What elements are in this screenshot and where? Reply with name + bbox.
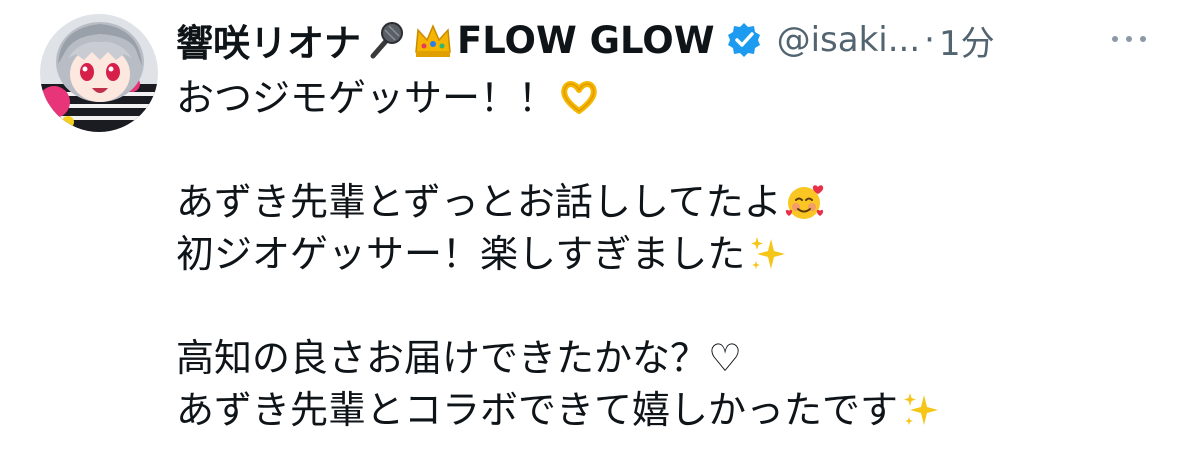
heart-hands-emoji bbox=[558, 77, 600, 119]
tweet-card: 響咲リオナ FLOW GLOW @isaki... · 1分 おつジモゲッサー！… bbox=[0, 0, 1179, 452]
tweet-header: 響咲リオナ FLOW GLOW @isaki... · 1分 bbox=[176, 10, 1166, 70]
timestamp[interactable]: 1分 bbox=[939, 16, 995, 65]
tweet-text: おつジモゲッサー！！ あずき先輩とずっとお話ししてたよ 初ジオゲッサー！楽しすぎ… bbox=[176, 72, 1156, 436]
tweet-line-text: 初ジオゲッサー！楽しすぎました bbox=[176, 232, 746, 276]
sparkles-emoji bbox=[747, 233, 789, 275]
avatar[interactable] bbox=[40, 14, 158, 132]
tweet-line-3: あずき先輩とずっとお話ししてたよ bbox=[176, 176, 1156, 228]
handle[interactable]: @isaki... bbox=[777, 20, 921, 60]
microphone-icon bbox=[363, 18, 407, 62]
verified-badge-icon[interactable] bbox=[725, 21, 763, 59]
crown-icon bbox=[411, 18, 455, 62]
display-name-part2: FLOW GLOW bbox=[457, 18, 715, 62]
tweet-line-text: 高知の良さお届けできたかな？♡ bbox=[176, 336, 743, 380]
sparkles-emoji bbox=[900, 389, 942, 431]
separator-dot: · bbox=[924, 20, 935, 60]
tweet-line-text: おつジモゲッサー！！ bbox=[176, 76, 557, 120]
tweet-line-text: あずき先輩とずっとお話ししてたよ bbox=[176, 180, 782, 224]
smiling-face-with-hearts-emoji bbox=[784, 181, 826, 223]
tweet-line-6: 高知の良さお届けできたかな？♡ bbox=[176, 332, 1156, 384]
display-name[interactable]: 響咲リオナ FLOW GLOW bbox=[176, 13, 715, 67]
tweet-line-1: おつジモゲッサー！！ bbox=[176, 72, 1156, 124]
tweet-line-4: 初ジオゲッサー！楽しすぎました bbox=[176, 228, 1156, 280]
display-name-part1: 響咲リオナ bbox=[176, 22, 361, 65]
tweet-line-text: あずき先輩とコラボできて嬉しかったです bbox=[176, 388, 899, 432]
tweet-line-7: あずき先輩とコラボできて嬉しかったです bbox=[176, 384, 1156, 436]
avatar-image bbox=[40, 14, 158, 132]
more-options-icon[interactable] bbox=[1099, 14, 1159, 64]
